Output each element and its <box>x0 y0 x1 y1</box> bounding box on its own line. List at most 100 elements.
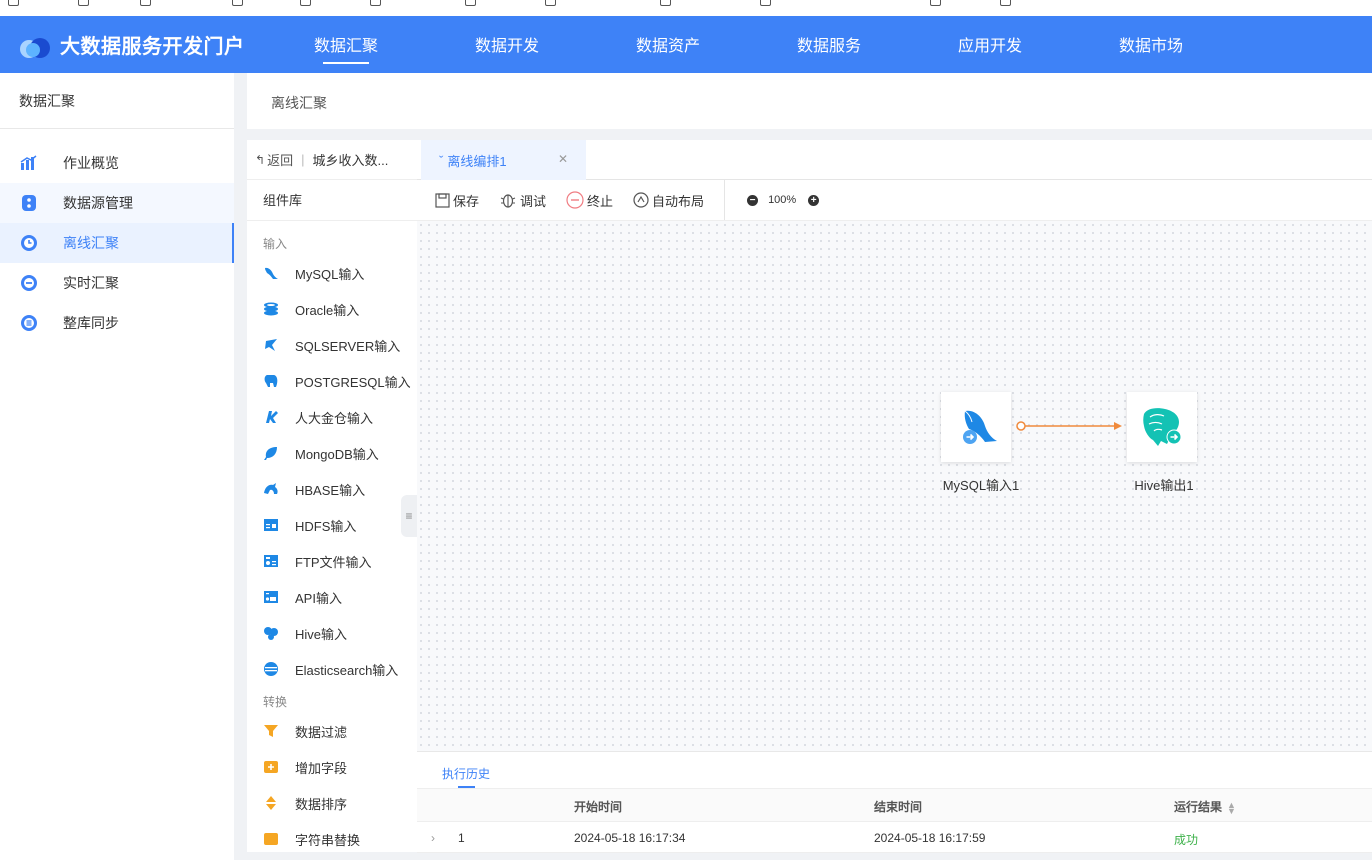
component-label: Hive输入 <box>295 626 348 642</box>
tab-offline-orchestration[interactable]: ˇ 离线编排1 ✕ <box>421 140 586 180</box>
mysql-dolphin-icon <box>963 410 997 444</box>
bookmark-icon[interactable] <box>1000 0 1011 6</box>
bookmark-icon[interactable] <box>232 0 243 6</box>
bookmark-icon[interactable] <box>140 0 151 6</box>
bookmark-icon[interactable] <box>660 0 671 6</box>
bookmark-icon[interactable] <box>465 0 476 6</box>
component-hive-input[interactable]: Hive输入 <box>247 615 417 651</box>
component-label: FTP文件输入 <box>295 554 372 570</box>
bookmark-icon[interactable] <box>8 0 19 6</box>
component-label: 人大金仓输入 <box>295 410 374 426</box>
component-mysql-input[interactable]: MySQL输入 <box>247 255 417 291</box>
tab-execution-history[interactable]: 执行历史 <box>442 765 490 782</box>
sidebar: 数据汇聚 作业概览 数据源管理 离线汇聚 实时汇聚 整库同步 <box>0 73 234 860</box>
component-kingbase-input[interactable]: 人大金仓输入 <box>247 399 417 435</box>
nav-item-data-market[interactable]: 数据市场 <box>1105 16 1266 73</box>
toolbar-divider <box>724 180 726 220</box>
filter-funnel-icon <box>263 723 279 739</box>
sidebar-item-offline-collection[interactable]: 离线汇聚 <box>0 223 234 263</box>
back-link[interactable]: 返回 <box>267 150 293 169</box>
node-label-mysql-input: MySQL输入1 <box>942 478 1020 493</box>
row-index: 1 <box>458 831 465 845</box>
nav-item-data-service[interactable]: 数据服务 <box>783 16 944 73</box>
row-result-status: 成功 <box>1174 833 1199 847</box>
bookmark-icon[interactable] <box>300 0 311 6</box>
sidebar-item-full-sync[interactable]: 整库同步 <box>0 303 234 343</box>
debug-label: 调试 <box>520 193 547 209</box>
bug-icon <box>499 192 517 208</box>
stop-label: 终止 <box>587 193 614 209</box>
close-icon[interactable]: ✕ <box>558 152 568 166</box>
hive-bee-icon <box>263 625 279 641</box>
nav-item-app-development[interactable]: 应用开发 <box>944 16 1105 73</box>
sort-icon[interactable]: ▲ ▼ <box>1227 800 1236 815</box>
add-field-icon <box>263 759 279 775</box>
nav-item-data-collection[interactable]: 数据汇聚 <box>300 16 461 73</box>
component-data-filter[interactable]: 数据过滤 <box>247 713 417 749</box>
group-title-input: 输入 <box>263 237 288 251</box>
component-label: Oracle输入 <box>295 302 360 318</box>
node-label-hive-output: Hive输出1 <box>1134 478 1194 493</box>
component-label: MongoDB输入 <box>295 446 379 462</box>
zoom-in-icon[interactable]: + <box>808 194 820 206</box>
zoom-control: − 100% + <box>747 194 820 206</box>
row-start-time: 2024-05-18 16:17:34 <box>574 831 686 845</box>
flow-canvas[interactable]: MySQL输入1 Hive输出1 <box>417 221 1372 751</box>
nav-item-data-development[interactable]: 数据开发 <box>461 16 622 73</box>
ftp-file-icon <box>263 553 279 569</box>
hive-bee-icon <box>1143 408 1182 446</box>
sidebar-item-datasource[interactable]: 数据源管理 <box>0 183 234 223</box>
component-ftp-input[interactable]: FTP文件输入 <box>247 543 417 579</box>
sidebar-item-realtime-collection[interactable]: 实时汇聚 <box>0 263 234 303</box>
database-icon <box>20 194 38 212</box>
mysql-dolphin-icon <box>263 265 279 281</box>
component-sqlserver-input[interactable]: SQLSERVER输入 <box>247 327 417 363</box>
component-data-sort[interactable]: 数据排序 <box>247 785 417 821</box>
component-label: HDFS输入 <box>295 518 357 534</box>
component-elasticsearch-input[interactable]: Elasticsearch输入 <box>247 651 417 687</box>
auto-layout-button[interactable]: 自动布局 <box>633 191 704 210</box>
bookmark-icon[interactable] <box>760 0 771 6</box>
cloud-logo-icon <box>18 32 52 58</box>
stop-button[interactable]: 终止 <box>566 191 613 210</box>
main-nav: 数据汇聚 数据开发 数据资产 数据服务 应用开发 数据市场 <box>300 16 1266 73</box>
component-label: HBASE输入 <box>295 482 366 498</box>
component-hdfs-input[interactable]: HDFS输入 <box>247 507 417 543</box>
component-library-panel: ↰ 返回 | 城乡收入数... 组件库 输入 MySQL输入 Oracle输入 … <box>247 140 417 852</box>
flow-node-hive-output[interactable] <box>1127 392 1197 462</box>
back-arrow-icon[interactable]: ↰ <box>255 153 265 167</box>
debug-button[interactable]: 调试 <box>499 191 546 210</box>
bookmark-icon[interactable] <box>545 0 556 6</box>
flow-node-mysql-input[interactable] <box>941 392 1011 462</box>
component-string-replace[interactable]: 字符串替换 <box>247 821 417 857</box>
sqlserver-icon <box>263 337 279 353</box>
column-header-result[interactable]: 运行结果 ▲ ▼ <box>1174 798 1236 815</box>
bookmark-icon[interactable] <box>930 0 941 6</box>
component-oracle-input[interactable]: Oracle输入 <box>247 291 417 327</box>
sidebar-item-label: 数据源管理 <box>63 195 133 211</box>
bookmark-icon[interactable] <box>370 0 381 6</box>
save-button[interactable]: 保存 <box>435 191 479 210</box>
table-row[interactable]: › 1 2024-05-18 16:17:34 2024-05-18 16:17… <box>417 822 1372 853</box>
collapse-panel-handle[interactable]: ≡ <box>401 495 417 537</box>
nav-item-data-assets[interactable]: 数据资产 <box>622 16 783 73</box>
zoom-out-icon[interactable]: − <box>747 194 759 206</box>
portal-logo[interactable]: 大数据服务开发门户 <box>18 30 245 59</box>
save-label: 保存 <box>453 193 480 209</box>
expand-chevron-icon[interactable]: › <box>431 831 435 845</box>
stop-circle-icon <box>566 191 584 209</box>
component-label: SQLSERVER输入 <box>295 338 401 354</box>
component-api-input[interactable]: API输入 <box>247 579 417 615</box>
sidebar-item-job-overview[interactable]: 作业概览 <box>0 143 234 183</box>
sidebar-item-label: 整库同步 <box>63 315 119 331</box>
component-hbase-input[interactable]: HBASE输入 <box>247 471 417 507</box>
save-icon <box>435 192 450 208</box>
editor-tabs: ˇ 离线编排1 ✕ <box>417 140 1372 180</box>
sort-arrows-icon <box>263 795 279 811</box>
zoom-level: 100% <box>768 194 797 206</box>
bookmark-icon[interactable] <box>78 0 89 6</box>
group-title-transform: 转换 <box>263 695 288 709</box>
component-mongodb-input[interactable]: MongoDB输入 <box>247 435 417 471</box>
component-add-field[interactable]: 增加字段 <box>247 749 417 785</box>
component-postgresql-input[interactable]: POSTGRESQL输入 <box>247 363 417 399</box>
